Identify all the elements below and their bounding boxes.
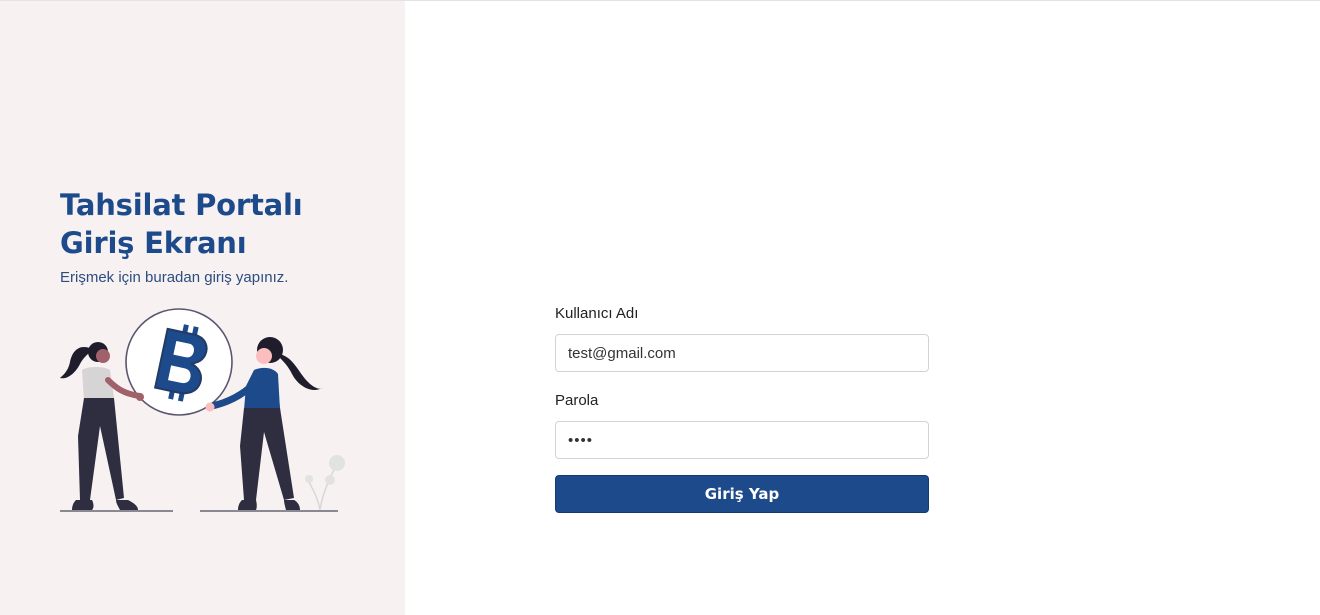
login-form: Kullanıcı Adı Parola Giriş Yap xyxy=(555,304,929,513)
title-line-1: Tahsilat Portalı xyxy=(60,188,303,222)
password-group: Parola xyxy=(555,391,929,459)
plant-decoration xyxy=(305,455,345,511)
crypto-illustration xyxy=(60,308,345,512)
password-input[interactable] xyxy=(555,421,929,459)
page-subtitle: Erişmek için buradan giriş yapınız. xyxy=(60,269,289,286)
intro-panel: Tahsilat Portalı Giriş Ekranı Erişmek iç… xyxy=(0,1,405,615)
username-input[interactable] xyxy=(555,334,929,372)
login-page: Tahsilat Portalı Giriş Ekranı Erişmek iç… xyxy=(0,0,1320,615)
intro-text: Tahsilat Portalı Giriş Ekranı Erişmek iç… xyxy=(60,186,380,288)
username-label: Kullanıcı Adı xyxy=(555,305,639,322)
title-line-2: Giriş Ekranı xyxy=(60,226,247,260)
login-button[interactable]: Giriş Yap xyxy=(555,475,929,513)
password-label: Parola xyxy=(555,392,599,409)
login-panel: Kullanıcı Adı Parola Giriş Yap xyxy=(405,1,1320,615)
username-group: Kullanıcı Adı xyxy=(555,304,929,372)
page-title: Tahsilat Portalı Giriş Ekranı xyxy=(60,186,380,262)
